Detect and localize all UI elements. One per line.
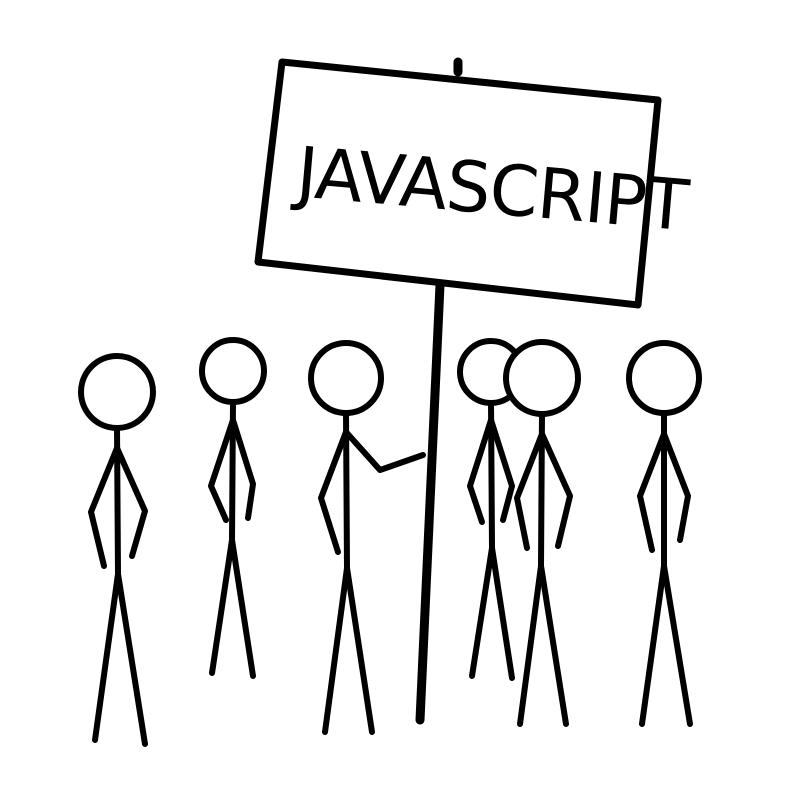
stick-figure-1	[78, 353, 156, 747]
stick-figure-5	[503, 339, 581, 727]
stick-figure-6	[626, 340, 702, 727]
stick-figure-2	[199, 337, 267, 679]
stick-figure-crowd-scene: JAVASCRIPT	[78, 57, 702, 747]
sign: JAVASCRIPT	[254, 58, 692, 309]
stick-figure-3-sign-holder	[308, 340, 426, 735]
